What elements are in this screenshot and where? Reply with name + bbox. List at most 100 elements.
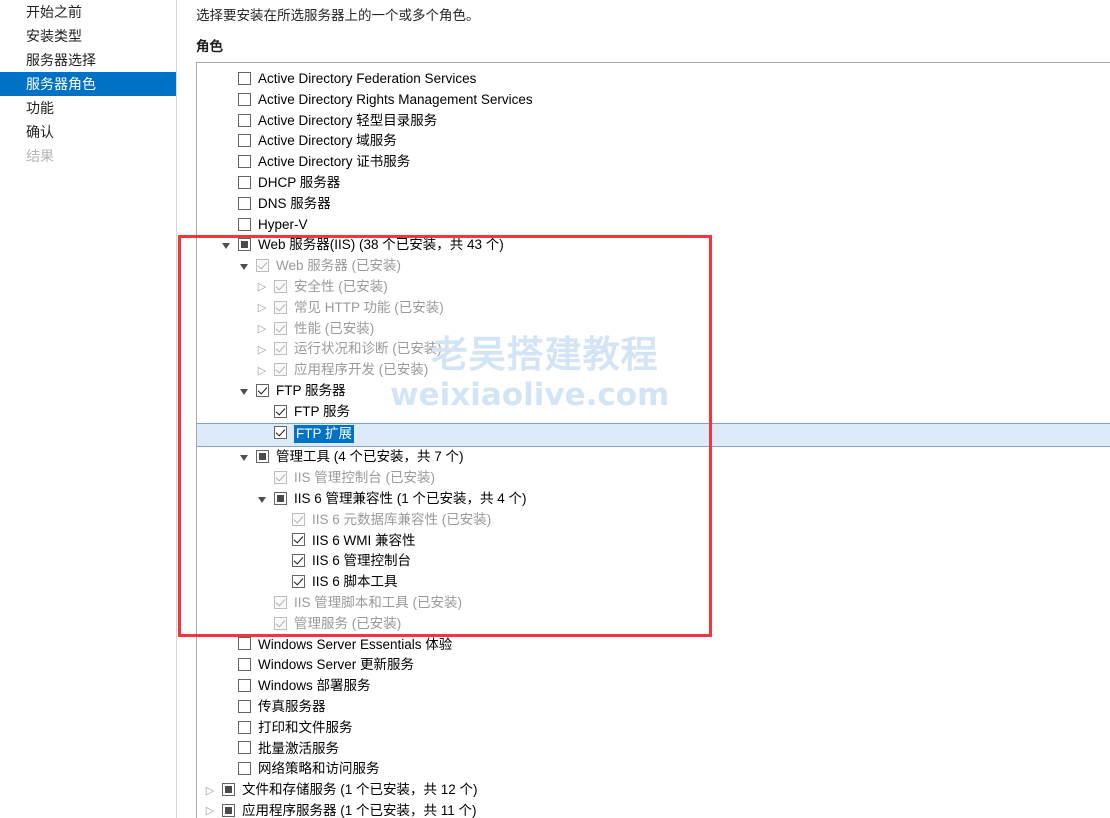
- role-row[interactable]: 管理工具 (4 个已安装，共 7 个): [197, 447, 1110, 468]
- sidebar-item-0[interactable]: 开始之前: [0, 0, 176, 24]
- role-checkbox[interactable]: [274, 404, 287, 418]
- role-checkbox[interactable]: [238, 658, 251, 672]
- role-checkbox[interactable]: [238, 196, 251, 210]
- role-row[interactable]: ▷ 运行状况和诊断 (已安装): [197, 339, 1110, 360]
- role-checkbox: [274, 279, 287, 293]
- role-row[interactable]: IIS 6 管理兼容性 (1 个已安装，共 4 个): [197, 489, 1110, 510]
- triangle-down-icon[interactable]: [255, 489, 269, 509]
- role-row[interactable]: Windows Server 更新服务: [197, 655, 1110, 676]
- triangle-down-icon[interactable]: [237, 381, 251, 401]
- sidebar-item-6: 结果: [26, 148, 54, 164]
- triangle-right-icon[interactable]: ▷: [255, 319, 269, 339]
- role-row[interactable]: IIS 管理脚本和工具 (已安装): [197, 593, 1110, 614]
- role-checkbox[interactable]: [238, 134, 251, 148]
- role-label: IIS 管理脚本和工具 (已安装): [294, 594, 462, 610]
- role-label: Active Directory Federation Services: [258, 71, 477, 87]
- role-checkbox[interactable]: [238, 699, 251, 713]
- triangle-glyph: ▷: [257, 323, 267, 335]
- role-checkbox[interactable]: [238, 113, 251, 127]
- role-checkbox[interactable]: [238, 217, 251, 231]
- role-checkbox[interactable]: [238, 92, 251, 106]
- role-row[interactable]: 打印和文件服务: [197, 718, 1110, 739]
- role-checkbox[interactable]: [274, 491, 287, 505]
- role-checkbox[interactable]: [238, 637, 251, 651]
- role-row[interactable]: 批量激活服务: [197, 739, 1110, 760]
- triangle-glyph: [240, 263, 248, 270]
- role-row[interactable]: Windows Server Essentials 体验: [197, 635, 1110, 656]
- role-checkbox[interactable]: [292, 533, 305, 547]
- role-checkbox[interactable]: [222, 783, 235, 797]
- role-checkbox[interactable]: [222, 803, 235, 817]
- role-row[interactable]: FTP 服务: [197, 402, 1110, 423]
- role-row[interactable]: Web 服务器(IIS) (38 个已安装，共 43 个): [197, 235, 1110, 256]
- triangle-glyph: [258, 496, 266, 503]
- role-checkbox[interactable]: [256, 383, 269, 397]
- role-label: IIS 6 管理兼容性 (1 个已安装，共 4 个): [294, 490, 527, 506]
- role-row[interactable]: IIS 6 脚本工具: [197, 572, 1110, 593]
- role-checkbox[interactable]: [238, 741, 251, 755]
- role-checkbox[interactable]: [238, 155, 251, 169]
- role-checkbox[interactable]: [292, 575, 305, 589]
- role-label: Hyper-V: [258, 216, 308, 232]
- roles-list-box[interactable]: Active Directory Federation Services Acti…: [196, 62, 1110, 818]
- sidebar-item-2[interactable]: 服务器选择: [0, 48, 176, 72]
- role-row[interactable]: FTP 服务器: [197, 381, 1110, 402]
- role-checkbox[interactable]: [238, 762, 251, 776]
- triangle-right-icon[interactable]: ▷: [255, 361, 269, 381]
- role-row[interactable]: IIS 6 WMI 兼容性: [197, 531, 1110, 552]
- sidebar-item-1[interactable]: 安装类型: [0, 24, 176, 48]
- role-row[interactable]: IIS 6 管理控制台: [197, 551, 1110, 572]
- sidebar-item-3[interactable]: 服务器角色: [0, 72, 176, 96]
- role-checkbox[interactable]: [238, 175, 251, 189]
- role-checkbox[interactable]: [292, 554, 305, 568]
- role-row[interactable]: Windows 部署服务: [197, 676, 1110, 697]
- role-label: 管理服务 (已安装): [294, 615, 402, 631]
- role-row[interactable]: ▷ 性能 (已安装): [197, 319, 1110, 340]
- role-row[interactable]: 传真服务器: [197, 697, 1110, 718]
- role-label: 常见 HTTP 功能 (已安装): [294, 299, 444, 315]
- role-row[interactable]: Active Directory Rights Management Servi…: [197, 90, 1110, 111]
- role-row[interactable]: 网络策略和访问服务: [197, 759, 1110, 780]
- role-label: 传真服务器: [258, 698, 326, 714]
- triangle-glyph: [240, 388, 248, 395]
- role-row[interactable]: ▷ 安全性 (已安装): [197, 277, 1110, 298]
- triangle-down-icon[interactable]: [219, 236, 233, 256]
- role-checkbox[interactable]: [256, 450, 269, 464]
- triangle-right-icon[interactable]: ▷: [255, 340, 269, 360]
- sidebar-item-4[interactable]: 功能: [0, 96, 176, 120]
- role-row[interactable]: ▷ 应用程序服务器 (1 个已安装，共 11 个): [197, 801, 1110, 818]
- role-checkbox[interactable]: [274, 426, 287, 440]
- role-checkbox[interactable]: [238, 679, 251, 693]
- role-label: Active Directory 证书服务: [258, 154, 411, 170]
- role-checkbox[interactable]: [238, 238, 251, 252]
- role-checkbox[interactable]: [238, 720, 251, 734]
- role-row[interactable]: Active Directory 轻型目录服务: [197, 111, 1110, 132]
- role-row-selected[interactable]: FTP 扩展: [197, 422, 1110, 448]
- role-row[interactable]: DHCP 服务器: [197, 173, 1110, 194]
- role-row[interactable]: Hyper-V: [197, 215, 1110, 236]
- role-row[interactable]: IIS 管理控制台 (已安装): [197, 468, 1110, 489]
- role-row[interactable]: Active Directory 域服务: [197, 131, 1110, 152]
- role-row[interactable]: Web 服务器 (已安装): [197, 256, 1110, 277]
- role-row[interactable]: Active Directory Federation Services: [197, 69, 1110, 90]
- sidebar-item-5[interactable]: 确认: [0, 120, 176, 144]
- role-label: FTP 服务: [294, 403, 351, 419]
- nav-item-list: 开始之前 安装类型 服务器选择 服务器角色 功能 确认结果: [0, 0, 176, 168]
- role-row[interactable]: IIS 6 元数据库兼容性 (已安装): [197, 510, 1110, 531]
- triangle-right-icon[interactable]: ▷: [255, 277, 269, 297]
- role-row[interactable]: ▷ 应用程序开发 (已安装): [197, 360, 1110, 381]
- role-row[interactable]: ▷ 文件和存储服务 (1 个已安装，共 12 个): [197, 780, 1110, 801]
- triangle-right-icon[interactable]: ▷: [203, 801, 217, 818]
- role-row[interactable]: Active Directory 证书服务: [197, 152, 1110, 173]
- role-row[interactable]: DNS 服务器: [197, 194, 1110, 215]
- triangle-right-icon[interactable]: ▷: [255, 298, 269, 318]
- triangle-down-icon[interactable]: [237, 448, 251, 468]
- content-pane: 选择要安装在所选服务器上的一个或多个角色。 角色 Active Director…: [178, 0, 1110, 818]
- triangle-right-icon[interactable]: ▷: [203, 781, 217, 801]
- triangle-down-icon[interactable]: [237, 257, 251, 277]
- role-row[interactable]: 管理服务 (已安装): [197, 614, 1110, 635]
- role-checkbox[interactable]: [238, 71, 251, 85]
- role-row[interactable]: ▷ 常见 HTTP 功能 (已安装): [197, 298, 1110, 319]
- role-label: IIS 6 WMI 兼容性: [312, 532, 416, 548]
- role-label: Windows Server 更新服务: [258, 657, 415, 673]
